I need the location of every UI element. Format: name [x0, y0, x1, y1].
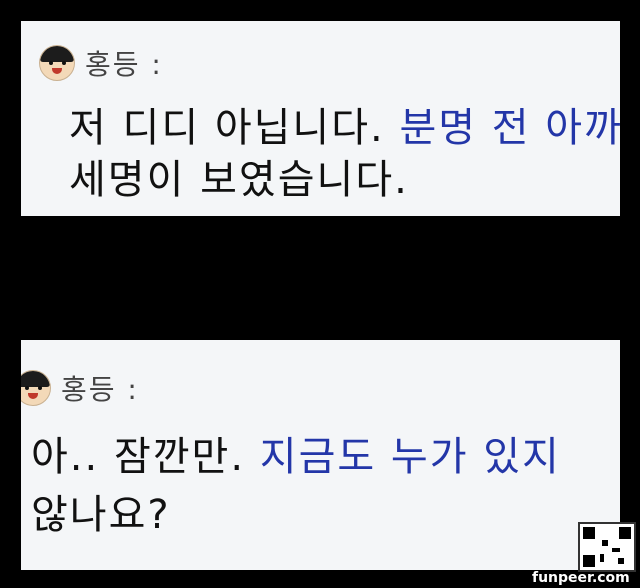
message-line-2: 세명이 보였습니다.: [69, 157, 409, 203]
message-text-highlight: 분명 전 아까: [399, 105, 620, 151]
message-text-highlight: 지금도 누가 있지: [259, 434, 561, 480]
qr-code-icon: [578, 522, 636, 572]
message-line-2: 않나요?: [31, 492, 171, 538]
message-line-1: 저 디디 아닙니다. 분명 전 아까: [69, 95, 620, 153]
speaker-avatar-icon: [39, 45, 75, 81]
message-line-1: 아.. 잠깐만. 지금도 누가 있지: [31, 424, 561, 482]
watermark-text: funpeer.com: [532, 570, 630, 586]
chat-panel-top: 홍등 : 저 디디 아닙니다. 분명 전 아까 세명이 보였습니다.: [21, 21, 620, 216]
speaker-avatar-icon: [21, 370, 51, 406]
speaker-row: 홍등 :: [21, 368, 139, 408]
chat-panel-bottom: 홍등 : 아.. 잠깐만. 지금도 누가 있지 않나요?: [21, 340, 620, 570]
message-text-plain: 아.. 잠깐만.: [31, 434, 260, 480]
speaker-name: 홍등 :: [61, 373, 139, 406]
speaker-name: 홍등 :: [85, 48, 163, 81]
message-text-plain: 저 디디 아닙니다.: [69, 105, 400, 151]
speaker-row: 홍등 :: [39, 43, 163, 83]
